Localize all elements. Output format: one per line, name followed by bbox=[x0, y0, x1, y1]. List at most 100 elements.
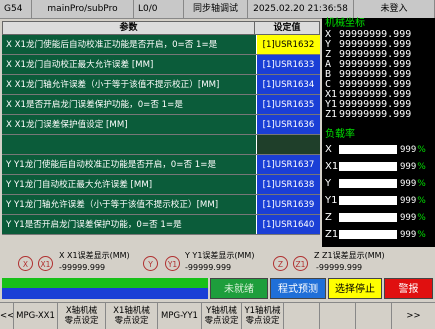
load-row: Y 999% bbox=[322, 175, 435, 192]
coord-row: Z1 99999999.999 bbox=[322, 110, 435, 120]
param-value[interactable]: [1]USR1634 bbox=[256, 75, 320, 94]
load-axis: X1 bbox=[325, 161, 339, 172]
softkey-empty[interactable] bbox=[320, 303, 356, 329]
load-value: 999 bbox=[400, 195, 417, 206]
load-row: X1 999% bbox=[322, 158, 435, 175]
load-bar bbox=[339, 179, 397, 188]
load-axis: Y1 bbox=[325, 195, 338, 206]
softkey-x-zero[interactable]: X轴机械 零点设定 bbox=[58, 303, 106, 329]
table-header: 参数 设定值 bbox=[2, 21, 320, 35]
softkey-bar: << MPG-XX1 X轴机械 零点设定 X1轴机械 零点设定 MPG-YY1 … bbox=[0, 302, 435, 329]
not-ready-indicator: 未就绪 bbox=[210, 278, 268, 299]
softkey-label: MPG-YY1 bbox=[161, 311, 198, 321]
load-row: X 999% bbox=[322, 141, 435, 158]
softkey-mpg-xx1[interactable]: MPG-XX1 bbox=[14, 303, 58, 329]
program-preview-button[interactable]: 程式预测 bbox=[270, 278, 326, 299]
prev-page-button[interactable]: << bbox=[0, 303, 14, 329]
table-row[interactable]: Y Y1龙门使能后自动校准正功能是否开启，0=否 1=是 [1]USR1637 bbox=[2, 155, 320, 175]
coord-axis: Z1 bbox=[325, 109, 338, 120]
gantry-error-display: X X1 X X1误差显示(MM) -99999.999 Y Y1 Y Y1误差… bbox=[0, 250, 435, 276]
axis-z-indicator: Z bbox=[273, 256, 288, 271]
param-value[interactable]: [1]USR1636 bbox=[256, 115, 320, 134]
alarm-button[interactable]: 警报 bbox=[384, 278, 433, 299]
mode-indicator: 同步轴调试 bbox=[184, 0, 248, 18]
table-row[interactable]: Y Y1是否开启龙门误差保护功能，0=否 1=是 [1]USR1640 bbox=[2, 215, 320, 235]
softkey-label: X轴机械 bbox=[65, 306, 98, 316]
softkey-label: X1轴机械 bbox=[113, 306, 150, 316]
axis-x-indicator: X bbox=[18, 256, 33, 271]
error-label-yy1: Y Y1误差显示(MM) bbox=[185, 251, 255, 260]
next-page-button[interactable]: >> bbox=[392, 303, 435, 329]
load-row: Z1 999% bbox=[322, 226, 435, 243]
param-label: X X1龙门误差保护值设定 [MM] bbox=[2, 115, 256, 134]
table-row[interactable]: X X1龙门使能后自动校准正功能是否开启，0=否 1=是 [1]USR1632 bbox=[2, 35, 320, 55]
param-value[interactable]: [1]USR1638 bbox=[256, 175, 320, 194]
load-bar bbox=[339, 196, 397, 205]
load-axis: Y bbox=[325, 178, 332, 189]
softkey-x1-zero[interactable]: X1轴机械 零点设定 bbox=[106, 303, 158, 329]
softkey-empty[interactable] bbox=[284, 303, 320, 329]
param-value bbox=[256, 135, 320, 154]
param-label: Y Y1龙门使能后自动校准正功能是否开启，0=否 1=是 bbox=[2, 155, 256, 174]
param-value[interactable]: [1]USR1639 bbox=[256, 195, 320, 214]
load-value: 999 bbox=[400, 229, 417, 240]
login-status[interactable]: 未登入 bbox=[354, 0, 435, 18]
load-unit: % bbox=[417, 161, 426, 172]
axis-y1-indicator: Y1 bbox=[165, 256, 180, 271]
load-value: 999 bbox=[400, 178, 417, 189]
table-row[interactable]: X X1是否开启龙门误差保护功能，0=否 1=是 [1]USR1635 bbox=[2, 95, 320, 115]
load-row: Y1 999% bbox=[322, 192, 435, 209]
load-row: Z 999% bbox=[322, 209, 435, 226]
param-value[interactable]: [1]USR1635 bbox=[256, 95, 320, 114]
load-value: 999 bbox=[400, 212, 417, 223]
select-stop-button[interactable]: 选择停止 bbox=[328, 278, 382, 299]
softkey-y1-zero[interactable]: Y1轴机械 零点设定 bbox=[242, 303, 284, 329]
table-row[interactable]: X X1龙门误差保护值设定 [MM] [1]USR1636 bbox=[2, 115, 320, 135]
softkey-sublabel: 零点设定 bbox=[114, 316, 149, 326]
load-unit: % bbox=[417, 229, 426, 240]
load-axis: X bbox=[325, 144, 332, 155]
param-label: Y Y1龙门轴允许误差（小于等于该值不提示校正）[MM] bbox=[2, 195, 256, 214]
table-row-blank bbox=[2, 135, 320, 155]
error-label-zz1: Z Z1误差显示(MM) bbox=[314, 251, 385, 260]
softkey-empty[interactable] bbox=[356, 303, 392, 329]
program-name: mainPro/subPro bbox=[32, 0, 134, 18]
softkey-mpg-yy1[interactable]: MPG-YY1 bbox=[158, 303, 202, 329]
softkey-sublabel: 零点设定 bbox=[204, 316, 239, 326]
param-label: Y Y1龙门自动校正最大允许误差 [MM] bbox=[2, 175, 256, 194]
param-label: X X1龙门自动校正最大允许误差 [MM] bbox=[2, 55, 256, 74]
softkey-sublabel: 零点设定 bbox=[64, 316, 99, 326]
level-indicator: L0/0 bbox=[134, 0, 184, 18]
load-value: 999 bbox=[400, 161, 417, 172]
machine-status-panel: 机械坐标 X 99999999.999 Y 99999999.999 Z 999999… bbox=[322, 18, 435, 247]
header-value: 设定值 bbox=[254, 22, 319, 34]
table-row[interactable]: Y Y1龙门轴允许误差（小于等于该值不提示校正）[MM] [1]USR1639 bbox=[2, 195, 320, 215]
load-bar bbox=[339, 230, 397, 239]
param-value[interactable]: [1]USR1637 bbox=[256, 155, 320, 174]
load-unit: % bbox=[417, 195, 426, 206]
status-bar-blue bbox=[2, 288, 208, 299]
coord-system: G54 bbox=[0, 0, 32, 18]
param-label: X X1是否开启龙门误差保护功能，0=否 1=是 bbox=[2, 95, 256, 114]
axis-x1-indicator: X1 bbox=[38, 256, 53, 271]
datetime: 2025.02.20 21:36:58 bbox=[248, 0, 354, 18]
param-value[interactable]: [1]USR1633 bbox=[256, 55, 320, 74]
load-unit: % bbox=[417, 178, 426, 189]
load-bar bbox=[339, 162, 397, 171]
table-row[interactable]: Y Y1龙门自动校正最大允许误差 [MM] [1]USR1638 bbox=[2, 175, 320, 195]
error-value-yy1: -99999.999 bbox=[185, 263, 232, 272]
table-row[interactable]: X X1龙门自动校正最大允许误差 [MM] [1]USR1633 bbox=[2, 55, 320, 75]
table-row[interactable]: X X1龙门轴允许误差（小于等于该值不提示校正）[MM] [1]USR1634 bbox=[2, 75, 320, 95]
param-label: X X1龙门轴允许误差（小于等于该值不提示校正）[MM] bbox=[2, 75, 256, 94]
status-bar: G54 mainPro/subPro L0/0 同步轴调试 2025.02.20… bbox=[0, 0, 435, 19]
error-value-xx1: -99999.999 bbox=[59, 263, 106, 272]
param-value[interactable]: [1]USR1640 bbox=[256, 215, 320, 234]
load-value: 999 bbox=[400, 144, 417, 155]
softkey-y-zero[interactable]: Y轴机械 零点设定 bbox=[202, 303, 242, 329]
param-value[interactable]: [1]USR1632 bbox=[256, 35, 320, 54]
softkey-label: MPG-XX1 bbox=[16, 311, 55, 321]
param-label: Y Y1是否开启龙门误差保护功能，0=否 1=是 bbox=[2, 215, 256, 234]
load-axis: Z1 bbox=[325, 229, 339, 240]
load-axis: Z bbox=[325, 212, 332, 223]
error-label-xx1: X X1误差显示(MM) bbox=[59, 251, 130, 260]
